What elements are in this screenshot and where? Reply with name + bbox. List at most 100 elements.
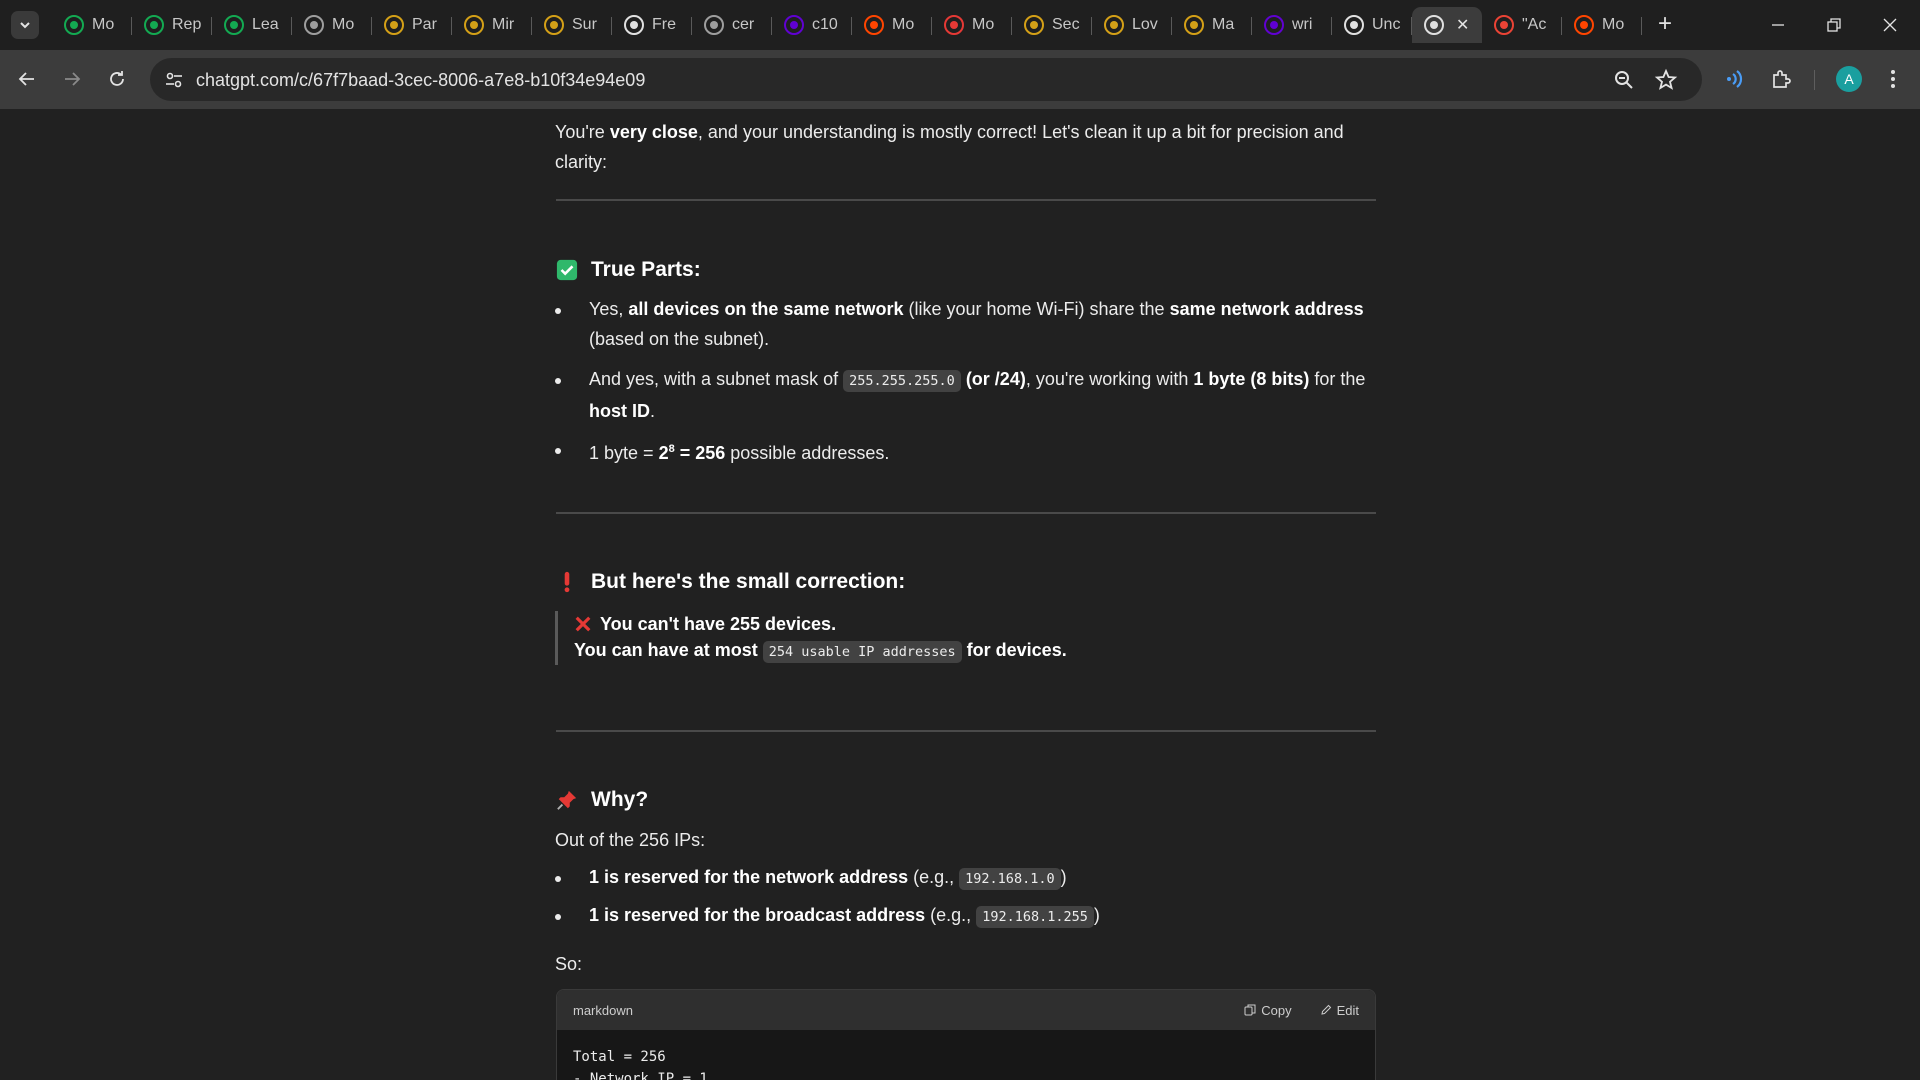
cross-mark-icon xyxy=(575,616,591,632)
correction-heading: But here's the small correction: xyxy=(555,570,905,594)
edit-button[interactable]: Edit xyxy=(1320,1003,1359,1018)
bullet-dot xyxy=(555,378,561,384)
list-item: Yes, all devices on the same network (li… xyxy=(555,294,1377,354)
tab[interactable]: Lea xyxy=(212,7,292,43)
bullet-dot xyxy=(555,308,561,314)
tab[interactable]: Sec xyxy=(1012,7,1092,43)
text: . xyxy=(650,401,656,421)
extensions-button[interactable] xyxy=(1768,66,1794,92)
zoom-icon[interactable] xyxy=(1612,68,1636,92)
tab[interactable]: Sur xyxy=(532,7,612,43)
reddit-icon xyxy=(864,15,884,35)
bookmark-star-icon[interactable] xyxy=(1654,68,1678,92)
new-tab-button[interactable]: + xyxy=(1651,10,1679,38)
forward-button[interactable] xyxy=(55,62,89,96)
url-text[interactable]: chatgpt.com/c/67f7baad-3cec-8006-a7e8-b1… xyxy=(196,70,645,91)
tab[interactable]: wri xyxy=(1252,7,1332,43)
bullet-dot xyxy=(555,914,561,920)
tab[interactable]: Mo xyxy=(1562,7,1642,43)
text: 1 byte = xyxy=(589,443,659,463)
tab-search-button[interactable] xyxy=(11,11,39,39)
bold-text: 1 is reserved for the network address xyxy=(589,867,909,887)
so-text: So: xyxy=(555,954,583,974)
text: for devices. xyxy=(961,640,1067,660)
tab[interactable]: "Ac xyxy=(1482,7,1562,43)
tab[interactable]: Mo xyxy=(932,7,1012,43)
copy-button[interactable]: Copy xyxy=(1244,1003,1292,1018)
tab[interactable]: Unc xyxy=(1332,7,1412,43)
why-heading: Why? xyxy=(555,788,648,812)
tab-title: Mo xyxy=(1602,16,1625,33)
power-base: 2 xyxy=(658,443,669,463)
toolbar-divider xyxy=(1814,70,1815,90)
mongodb-leaf-icon xyxy=(64,15,84,35)
pushpin-icon xyxy=(555,788,579,812)
bold-text: 1 byte (8 bits) xyxy=(1193,369,1310,389)
mongodb-circle-icon xyxy=(224,15,244,35)
mc-circle-icon xyxy=(1344,15,1364,35)
tab[interactable]: c10 xyxy=(772,7,852,43)
tab-active[interactable]: ✕ xyxy=(1412,7,1482,43)
gmail-icon xyxy=(1494,15,1514,35)
minimize-icon xyxy=(1772,24,1784,26)
tab[interactable]: Mir xyxy=(452,7,532,43)
text: , you're working with xyxy=(1025,369,1194,389)
tab-title: wri xyxy=(1292,16,1313,33)
heading-text: Why? xyxy=(591,788,649,811)
pin-icon xyxy=(704,15,724,35)
tab-title: Mo xyxy=(972,16,995,33)
tab[interactable]: Mo xyxy=(52,7,132,43)
reload-button[interactable] xyxy=(100,62,134,96)
tab-title: Fre xyxy=(652,16,676,33)
bolt-icon xyxy=(1184,15,1204,35)
tab-strip: Mo Rep Lea Mo Par Mir Sur Fre cer c10 Mo Mo Sec Lov Ma… xyxy=(0,0,1920,50)
chat-content: You're very close, and your understandin… xyxy=(0,109,1920,1080)
tab[interactable]: Rep xyxy=(132,7,212,43)
intro-text: You're xyxy=(555,122,610,142)
tab[interactable]: Mo xyxy=(852,7,932,43)
text: for the xyxy=(1309,369,1366,389)
copy-icon xyxy=(1244,1004,1256,1016)
mongodb-leaf-icon xyxy=(144,15,164,35)
tab-title: cer xyxy=(732,16,755,33)
puzzle-piece-icon xyxy=(1773,70,1791,88)
tab[interactable]: Lov xyxy=(1092,7,1172,43)
text: Yes, xyxy=(589,299,629,319)
tab[interactable]: Mo xyxy=(292,7,372,43)
reddit-icon xyxy=(1574,15,1594,35)
close-window-button[interactable] xyxy=(1862,0,1918,50)
close-tab-icon[interactable]: ✕ xyxy=(1456,15,1469,35)
minimize-button[interactable] xyxy=(1750,0,1806,50)
reload-icon xyxy=(110,71,124,86)
site-settings-icon[interactable] xyxy=(162,68,186,92)
intro-paragraph: You're very close, and your understandin… xyxy=(555,117,1377,177)
why-intro: Out of the 256 IPs: xyxy=(555,830,706,850)
tab[interactable]: Fre xyxy=(612,7,692,43)
tab-title: Mo xyxy=(332,16,355,33)
list-item: 1 is reserved for the broadcast address … xyxy=(555,900,1377,932)
tab-title: Sec xyxy=(1052,16,1080,33)
tab-title: Ma xyxy=(1212,16,1235,33)
tab-title: Lov xyxy=(1132,16,1158,33)
heading-text: But here's the small correction: xyxy=(591,570,906,593)
restore-button[interactable] xyxy=(1806,0,1862,50)
tab[interactable]: cer xyxy=(692,7,772,43)
browser-menu-button[interactable] xyxy=(1880,66,1906,92)
tab[interactable]: Par xyxy=(372,7,452,43)
tab[interactable]: Ma xyxy=(1172,7,1252,43)
code-content: Total = 256 - Network IP = 1 xyxy=(573,1049,708,1080)
profile-avatar[interactable]: A xyxy=(1836,66,1862,92)
inline-code: 254 usable IP addresses xyxy=(762,641,962,663)
swirl-icon xyxy=(384,15,404,35)
edit-label: Edit xyxy=(1336,1002,1359,1018)
address-bar[interactable]: chatgpt.com/c/67f7baad-3cec-8006-a7e8-b1… xyxy=(150,58,1702,101)
back-button[interactable] xyxy=(10,62,44,96)
aig-circle-icon xyxy=(304,15,324,35)
bold-text: = 256 xyxy=(674,443,726,463)
text: And yes, with a subnet mask of xyxy=(589,369,844,389)
extension-audio-button[interactable] xyxy=(1722,66,1748,92)
list-item: And yes, with a subnet mask of 255.255.2… xyxy=(555,364,1377,426)
bold-text: same network address xyxy=(1169,299,1364,319)
text: (e.g., xyxy=(908,867,960,887)
bold-text: 1 is reserved for the broadcast address xyxy=(589,905,926,925)
